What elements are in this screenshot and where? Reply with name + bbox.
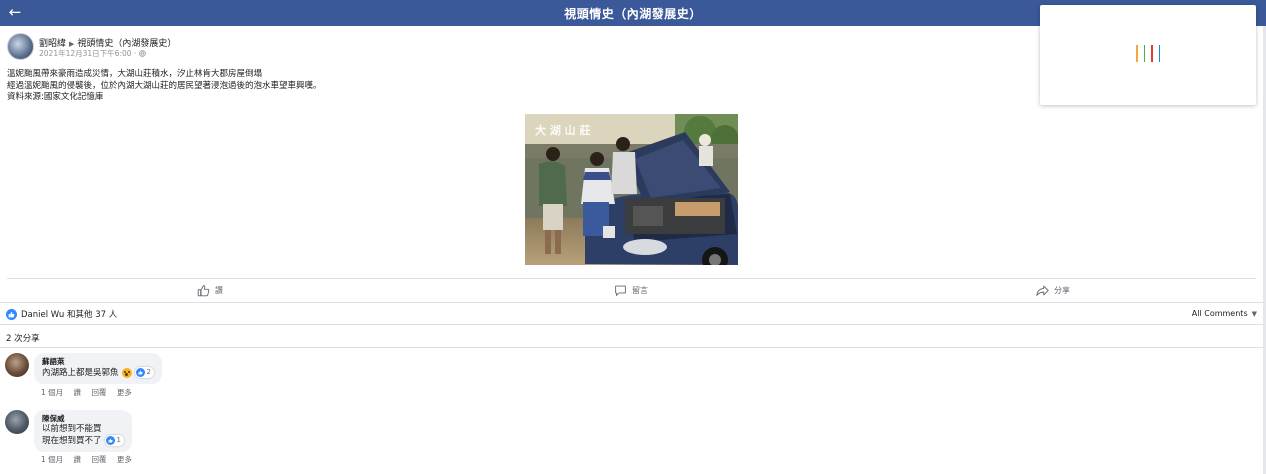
post-text-line: 經過溫妮颱風的侵襲後，位於內湖大湖山莊的居民望著浸泡過後的泡水車望車興嘆。	[7, 80, 322, 91]
loader-bar	[1143, 45, 1145, 62]
post-text: 溫妮颱風帶來豪雨造成災情，大湖山莊積水，汐止林肯大郡房屋倒塌 經過溫妮颱風的侵襲…	[7, 69, 322, 104]
like-reaction-icon	[105, 436, 115, 445]
divider	[0, 347, 1266, 348]
comment-reply-link[interactable]: 回覆	[91, 388, 106, 397]
all-comments-dropdown[interactable]: All Comments ▼	[1192, 309, 1257, 318]
all-comments-label: All Comments	[1191, 309, 1248, 318]
action-bar: 讚 留言 分享	[0, 281, 1266, 299]
reactions-summary[interactable]: Daniel Wu 和其他 37 人	[6, 308, 117, 320]
comment-more-link[interactable]: 更多	[117, 388, 132, 397]
post-date[interactable]: 2021年12月31日下午6:00 ·	[39, 49, 139, 58]
comment: 陳保威 以前想到不能買 現在想到買不了 1 1 個月 讚 回覆 更多	[5, 410, 405, 465]
comment-text: 現在想到買不了 1	[42, 435, 124, 447]
comment-reactions[interactable]: 1	[104, 435, 124, 446]
comment-line: 內湖路上都是吳郭魚	[42, 368, 119, 378]
comment-reply-link[interactable]: 回覆	[91, 455, 106, 464]
comment-button[interactable]: 留言	[614, 281, 648, 299]
divider	[7, 278, 1256, 279]
post-text-line: 資料來源:國家文化記憶庫	[7, 92, 104, 102]
share-button[interactable]: 分享	[1036, 281, 1070, 299]
loading-card	[1040, 5, 1256, 105]
comment-like-link[interactable]: 讚	[74, 455, 82, 464]
loader-bar	[1136, 45, 1138, 62]
post-header: 劉昭緯 ▶ 視頭情史（內湖發展史） 2021年12月31日下午6:00 ·	[7, 33, 607, 63]
comment-bubble: 蘇語萊 內湖路上都是吳郭魚 2	[34, 353, 162, 384]
comment-like-link[interactable]: 讚	[74, 388, 82, 397]
like-reaction-icon	[135, 368, 145, 377]
comment-icon	[615, 285, 626, 296]
caret-down-icon: ▼	[1251, 309, 1257, 318]
post-text-line: 溫妮颱風帶來豪雨造成災情，大湖山莊積水，汐止林肯大郡房屋倒塌	[7, 69, 263, 79]
thumbs-up-icon	[197, 284, 210, 296]
reactions-text: Daniel Wu 和其他 37 人	[21, 310, 118, 320]
like-label: 讚	[215, 285, 223, 295]
photo-illustration: 大 湖 山 莊	[525, 114, 738, 265]
comment-line: 以前想到不能買	[42, 424, 102, 434]
loading-spinner-icon	[1136, 45, 1160, 63]
triangle-right-icon: ▶	[69, 40, 75, 48]
divider	[0, 302, 1266, 303]
comment-bubble: 陳保威 以前想到不能買 現在想到買不了 1	[34, 410, 132, 452]
commenter-name[interactable]: 陳保威	[42, 414, 124, 424]
comment-time[interactable]: 1 個月	[41, 455, 63, 464]
like-button[interactable]: 讚	[197, 281, 223, 299]
divider	[0, 324, 1266, 325]
comment-time[interactable]: 1 個月	[41, 388, 63, 397]
share-icon	[1036, 285, 1049, 296]
wow-emoji-icon	[121, 367, 132, 378]
svg-text:大 湖 山 莊: 大 湖 山 莊	[535, 123, 591, 137]
like-reaction-icon	[6, 308, 17, 320]
loader-bar	[1151, 45, 1153, 62]
post-meta: 2021年12月31日下午6:00 ·	[39, 48, 146, 59]
reaction-count: 1	[116, 436, 121, 444]
reaction-count: 2	[146, 368, 151, 376]
comment-actions: 1 個月 讚 回覆 更多	[41, 387, 140, 398]
comment: 蘇語萊 內湖路上都是吳郭魚 2 1 個月 讚 回覆 更多	[5, 353, 405, 398]
commenter-name[interactable]: 蘇語萊	[42, 357, 154, 367]
avatar[interactable]	[5, 353, 29, 377]
shares-count[interactable]: 2 次分享	[6, 332, 40, 344]
loader-bar	[1158, 45, 1160, 62]
globe-icon	[138, 50, 146, 57]
comment-text: 內湖路上都是吳郭魚 2	[42, 367, 154, 379]
comment-actions: 1 個月 讚 回覆 更多	[41, 454, 140, 465]
post-photo[interactable]: 大 湖 山 莊	[525, 114, 738, 265]
avatar[interactable]	[5, 410, 29, 434]
comment-reactions[interactable]: 2	[134, 367, 154, 378]
comment-more-link[interactable]: 更多	[117, 455, 132, 464]
comment-label: 留言	[632, 285, 648, 295]
comment-line: 現在想到買不了	[42, 436, 102, 446]
avatar[interactable]	[7, 33, 34, 60]
share-label: 分享	[1054, 285, 1070, 295]
